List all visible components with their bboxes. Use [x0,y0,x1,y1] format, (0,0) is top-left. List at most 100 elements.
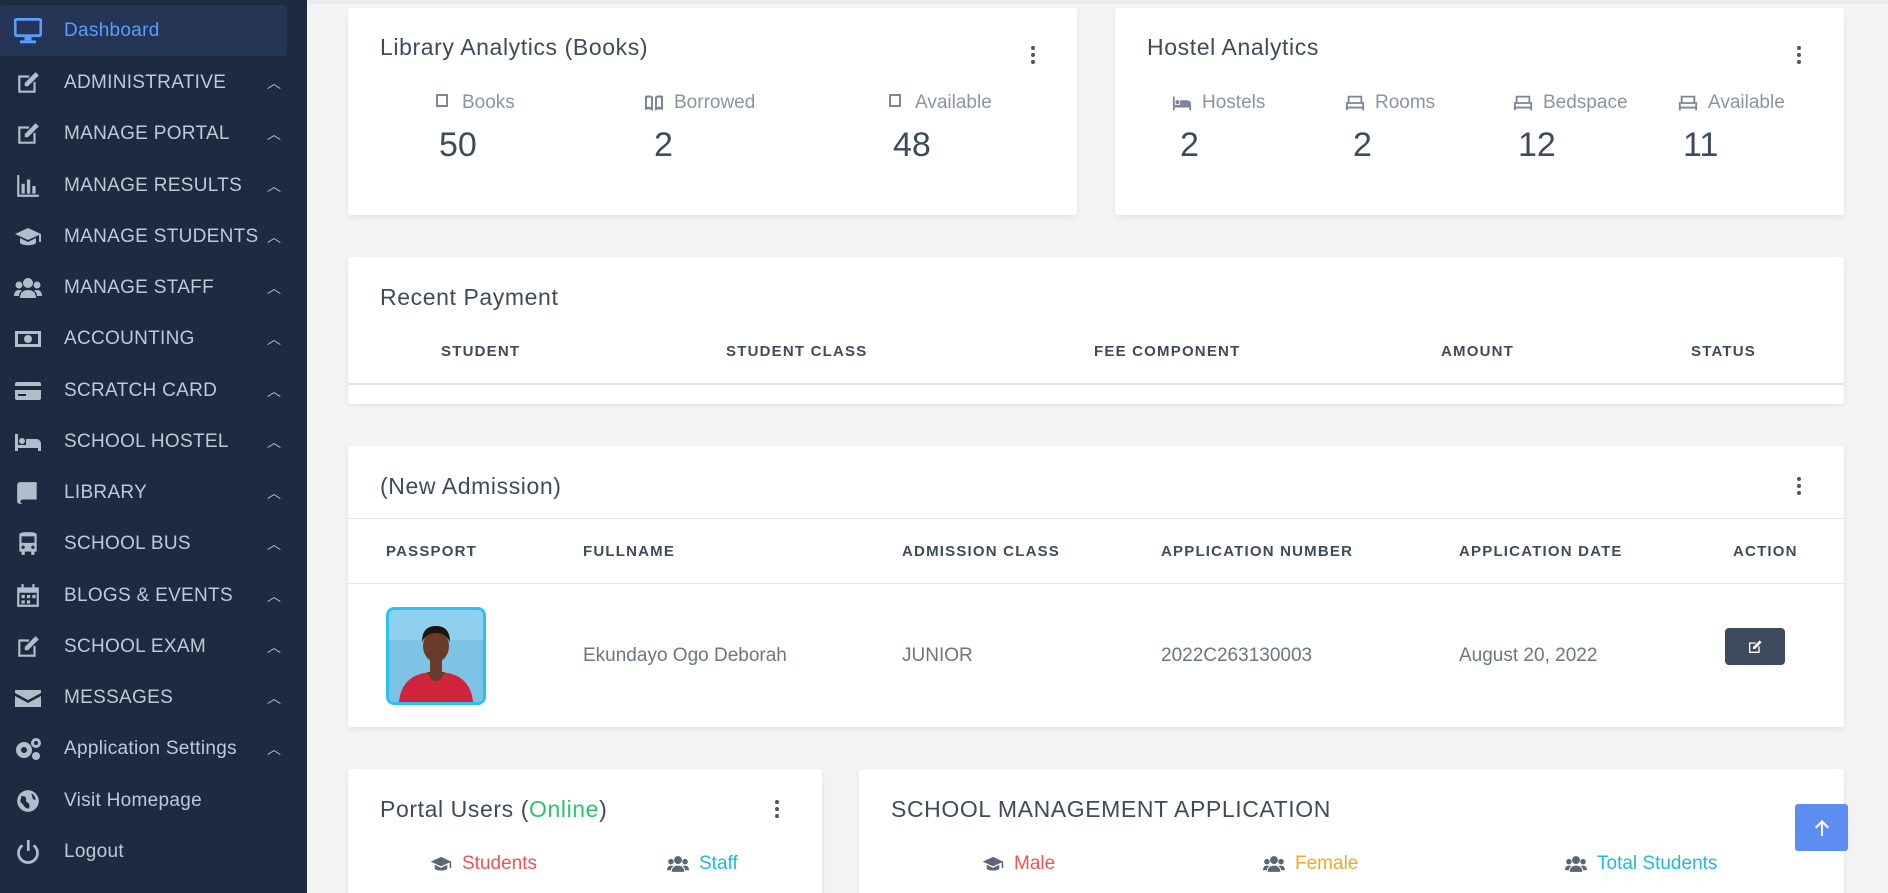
sidebar-item-manage-staff[interactable]: MANAGE STAFF ︿ [0,262,287,313]
edit-icon [1749,639,1762,653]
chevron-up-icon: ︿ [267,587,281,604]
sidebar-item-application-settings[interactable]: Application Settings ︿ [0,723,287,774]
stat-bedspace: Bedspace 12 [1513,92,1628,165]
column-header: APPLICATION NUMBER [1161,543,1354,560]
legend-students[interactable]: Students [430,853,537,875]
chevron-up-icon: ︿ [267,279,281,296]
application-number: 2022C263130003 [1161,645,1313,666]
sidebar-item-accounting[interactable]: ACCOUNTING ︿ [0,313,287,364]
stat-label-text: Available [915,92,992,113]
sidebar-item-label: SCRATCH CARD [64,379,218,401]
sidebar-item-administrative[interactable]: ADMINISTRATIVE ︿ [0,57,287,108]
users-icon [667,856,689,872]
sidebar-item-messages[interactable]: MESSAGES ︿ [0,672,287,723]
kebab-menu-icon[interactable] [1028,44,1038,66]
sidebar-item-label: BLOGS & EVENTS [64,584,233,606]
stat-hostels: Hostels 2 [1172,92,1265,165]
kebab-menu-icon[interactable] [772,798,782,820]
chevron-up-icon: ︿ [267,535,281,552]
sidebar-item-label: MANAGE PORTAL [64,122,230,144]
chevron-up-icon: ︿ [267,689,281,706]
sidebar-item-school-exam[interactable]: SCHOOL EXAM ︿ [0,621,287,672]
kebab-menu-icon[interactable] [1794,475,1804,497]
recent-payment-card: Recent Payment STUDENT STUDENT CLASS FEE… [348,257,1844,404]
sidebar-item-library[interactable]: LIBRARY ︿ [0,467,287,518]
sidebar-item-manage-students[interactable]: MANAGE STUDENTS ︿ [0,211,287,262]
sidebar-item-dashboard[interactable]: Dashboard [0,5,287,56]
stat-available-beds: Available 11 [1678,92,1785,165]
stat-value: 50 [439,126,477,164]
library-analytics-card: Library Analytics (Books) Books 50 Borro… [348,8,1077,215]
legend-female[interactable]: Female [1263,853,1358,875]
stat-label-text: Books [462,92,515,113]
sidebar-item-manage-portal[interactable]: MANAGE PORTAL ︿ [0,108,287,159]
sidebar-item-label: MESSAGES [64,686,174,708]
sidebar-item-label: Dashboard [64,19,160,41]
stat-rooms: Rooms 2 [1345,92,1435,165]
legend-staff[interactable]: Staff [667,853,738,875]
portal-users-title: Portal Users (Online) [380,796,608,822]
stat-label-text: Rooms [1375,92,1436,113]
sidebar-item-scratch-card[interactable]: SCRATCH CARD ︿ [0,365,287,416]
legend-total-students[interactable]: Total Students [1565,853,1717,875]
application-date: August 20, 2022 [1459,645,1598,666]
chevron-up-icon: ︿ [267,484,281,501]
legend-male[interactable]: Male [982,853,1055,875]
scroll-to-top-button[interactable] [1795,804,1848,851]
applicant-fullname: Ekundayo Ogo Deborah [583,645,787,666]
kebab-menu-icon[interactable] [1794,44,1804,66]
bed-icon [1172,96,1192,111]
top-bar-edge [307,0,1888,4]
calendar-icon [14,582,46,610]
hostel-analytics-title: Hostel Analytics [1147,34,1319,60]
stat-label-text: Borrowed [674,92,756,113]
stat-value: 2 [1180,126,1199,164]
divider [348,518,1844,519]
users-icon [14,274,46,302]
stat-value: 48 [893,126,931,164]
sidebar: Dashboard ADMINISTRATIVE ︿ MANAGE PORTAL… [0,0,307,893]
book-icon [14,479,46,507]
new-admission-card: (New Admission) PASSPORT FULLNAME ADMISS… [348,446,1844,727]
arrow-up-icon [1814,819,1829,836]
power-icon [14,838,46,866]
credit-card-icon [14,377,46,405]
chevron-up-icon: ︿ [267,330,281,347]
school-management-card: SCHOOL MANAGEMENT APPLICATION Male Femal… [859,769,1844,893]
graduation-cap-icon [430,856,452,871]
edit-button[interactable] [1725,628,1785,665]
stat-label-text: Available [1708,92,1785,113]
graduation-cap-icon [982,856,1004,871]
table-divider [348,383,1844,385]
admission-class: JUNIOR [902,645,973,666]
sidebar-item-label: Application Settings [64,737,237,759]
stat-value: 11 [1683,126,1719,164]
chevron-up-icon: ︿ [267,638,281,655]
sidebar-item-label: Logout [64,840,124,862]
new-admission-title: (New Admission) [380,473,562,499]
bus-icon [14,530,46,558]
stat-label-text: Hostels [1202,92,1266,113]
sidebar-item-blogs-events[interactable]: BLOGS & EVENTS ︿ [0,570,287,621]
gears-icon [14,735,46,763]
column-header: STUDENT CLASS [726,343,868,360]
sidebar-item-visit-homepage[interactable]: Visit Homepage [0,775,287,826]
monitor-icon [14,17,46,45]
sidebar-item-label: LIBRARY [64,481,148,503]
column-header: AMOUNT [1441,343,1515,360]
sidebar-item-manage-results[interactable]: MANAGE RESULTS ︿ [0,160,287,211]
stat-available: Available 48 [885,92,992,165]
bar-chart-icon [14,172,46,200]
online-label: Online [528,796,600,822]
sidebar-item-school-hostel[interactable]: SCHOOL HOSTEL ︿ [0,416,287,467]
sidebar-item-logout[interactable]: Logout [0,826,287,877]
recent-payment-title: Recent Payment [380,284,559,310]
chevron-up-icon: ︿ [267,228,281,245]
users-icon [1565,856,1587,872]
envelope-icon [14,684,46,712]
stat-borrowed: Borrowed 2 [644,92,755,165]
school-management-title: SCHOOL MANAGEMENT APPLICATION [891,796,1332,822]
edit-icon [14,69,46,97]
sidebar-item-label: SCHOOL BUS [64,532,191,554]
sidebar-item-school-bus[interactable]: SCHOOL BUS ︿ [0,518,287,569]
